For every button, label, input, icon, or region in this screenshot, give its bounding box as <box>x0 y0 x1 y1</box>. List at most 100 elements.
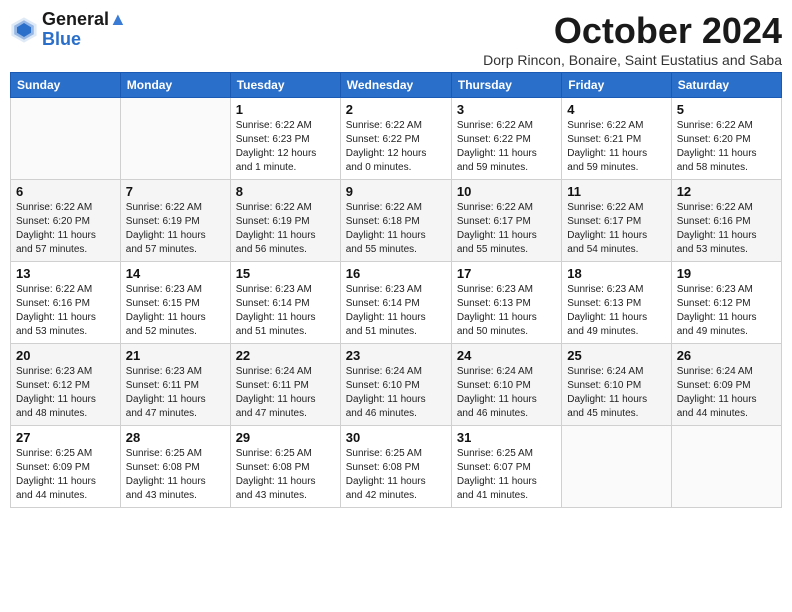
calendar-cell: 6 Sunrise: 6:22 AM Sunset: 6:20 PM Daylig… <box>11 180 121 262</box>
day-info: Sunrise: 6:23 AM Sunset: 6:15 PM Dayligh… <box>126 283 225 339</box>
weekday-header: Monday <box>120 73 230 98</box>
calendar-cell: 4 Sunrise: 6:22 AM Sunset: 6:21 PM Daylig… <box>562 98 671 180</box>
day-info: Sunrise: 6:23 AM Sunset: 6:13 PM Dayligh… <box>457 283 556 339</box>
weekday-header: Thursday <box>451 73 561 98</box>
day-number: 19 <box>677 266 776 281</box>
calendar-cell: 24Sunrise: 6:24 AM Sunset: 6:10 PM Dayli… <box>451 344 561 426</box>
calendar-cell: 16 Sunrise: 6:23 AM Sunset: 6:14 PM Dayli… <box>340 262 451 344</box>
day-info: Sunrise: 6:22 AM Sunset: 6:17 PM Dayligh… <box>567 201 665 257</box>
day-number: 28 <box>126 430 225 445</box>
calendar-cell: 12 Sunrise: 6:22 AM Sunset: 6:16 PM Dayli… <box>671 180 781 262</box>
calendar-cell: 23Sunrise: 6:24 AM Sunset: 6:10 PM Dayli… <box>340 344 451 426</box>
logo: General▲ Blue <box>10 10 127 50</box>
calendar-cell: 18 Sunrise: 6:23 AM Sunset: 6:13 PM Dayli… <box>562 262 671 344</box>
weekday-header-row: SundayMondayTuesdayWednesdayThursdayFrid… <box>11 73 782 98</box>
day-number: 11 <box>567 184 665 199</box>
calendar-cell: 22 Sunrise: 6:24 AM Sunset: 6:11 PM Dayli… <box>230 344 340 426</box>
day-number: 20 <box>16 348 115 363</box>
day-number: 16 <box>346 266 446 281</box>
calendar-cell: 8 Sunrise: 6:22 AM Sunset: 6:19 PM Daylig… <box>230 180 340 262</box>
month-title: October 2024 <box>483 10 782 52</box>
weekday-header: Sunday <box>11 73 121 98</box>
day-info: Sunrise: 6:22 AM Sunset: 6:16 PM Dayligh… <box>677 201 776 257</box>
weekday-header: Tuesday <box>230 73 340 98</box>
day-number: 2 <box>346 102 446 117</box>
calendar-cell: 28 Sunrise: 6:25 AM Sunset: 6:08 PM Dayli… <box>120 426 230 508</box>
calendar-week-row: 13Sunrise: 6:22 AM Sunset: 6:16 PM Dayli… <box>11 262 782 344</box>
calendar-cell <box>562 426 671 508</box>
calendar-cell: 5Sunrise: 6:22 AM Sunset: 6:20 PM Daylig… <box>671 98 781 180</box>
day-number: 14 <box>126 266 225 281</box>
calendar-cell <box>120 98 230 180</box>
day-number: 4 <box>567 102 665 117</box>
day-number: 5 <box>677 102 776 117</box>
calendar-cell: 3Sunrise: 6:22 AM Sunset: 6:22 PM Daylig… <box>451 98 561 180</box>
day-info: Sunrise: 6:22 AM Sunset: 6:20 PM Dayligh… <box>16 201 115 257</box>
day-info: Sunrise: 6:23 AM Sunset: 6:13 PM Dayligh… <box>567 283 665 339</box>
calendar-week-row: 6 Sunrise: 6:22 AM Sunset: 6:20 PM Daylig… <box>11 180 782 262</box>
day-number: 29 <box>236 430 335 445</box>
day-number: 12 <box>677 184 776 199</box>
calendar-cell <box>11 98 121 180</box>
calendar-cell: 19 Sunrise: 6:23 AM Sunset: 6:12 PM Dayli… <box>671 262 781 344</box>
day-info: Sunrise: 6:25 AM Sunset: 6:08 PM Dayligh… <box>236 447 335 503</box>
calendar-cell: 21 Sunrise: 6:23 AM Sunset: 6:11 PM Dayli… <box>120 344 230 426</box>
day-number: 27 <box>16 430 115 445</box>
day-info: Sunrise: 6:24 AM Sunset: 6:10 PM Dayligh… <box>567 365 665 421</box>
day-info: Sunrise: 6:23 AM Sunset: 6:14 PM Dayligh… <box>236 283 335 339</box>
calendar-cell: 31 Sunrise: 6:25 AM Sunset: 6:07 PM Dayli… <box>451 426 561 508</box>
calendar-cell: 7Sunrise: 6:22 AM Sunset: 6:19 PM Daylig… <box>120 180 230 262</box>
day-info: Sunrise: 6:22 AM Sunset: 6:22 PM Dayligh… <box>457 119 556 175</box>
day-number: 6 <box>16 184 115 199</box>
day-number: 21 <box>126 348 225 363</box>
day-number: 25 <box>567 348 665 363</box>
calendar-cell: 10Sunrise: 6:22 AM Sunset: 6:17 PM Dayli… <box>451 180 561 262</box>
day-info: Sunrise: 6:22 AM Sunset: 6:16 PM Dayligh… <box>16 283 115 339</box>
logo-text: General▲ Blue <box>42 10 127 50</box>
calendar-cell: 20 Sunrise: 6:23 AM Sunset: 6:12 PM Dayli… <box>11 344 121 426</box>
day-number: 18 <box>567 266 665 281</box>
day-info: Sunrise: 6:25 AM Sunset: 6:08 PM Dayligh… <box>126 447 225 503</box>
calendar-cell: 1 Sunrise: 6:22 AM Sunset: 6:23 PM Daylig… <box>230 98 340 180</box>
calendar-cell: 13Sunrise: 6:22 AM Sunset: 6:16 PM Dayli… <box>11 262 121 344</box>
day-number: 30 <box>346 430 446 445</box>
day-number: 15 <box>236 266 335 281</box>
calendar-cell <box>671 426 781 508</box>
title-area: October 2024 Dorp Rincon, Bonaire, Saint… <box>483 10 782 68</box>
day-number: 31 <box>457 430 556 445</box>
calendar-cell: 17 Sunrise: 6:23 AM Sunset: 6:13 PM Dayli… <box>451 262 561 344</box>
day-info: Sunrise: 6:22 AM Sunset: 6:22 PM Dayligh… <box>346 119 446 175</box>
calendar-cell: 2 Sunrise: 6:22 AM Sunset: 6:22 PM Daylig… <box>340 98 451 180</box>
location-title: Dorp Rincon, Bonaire, Saint Eustatius an… <box>483 52 782 68</box>
day-info: Sunrise: 6:23 AM Sunset: 6:12 PM Dayligh… <box>16 365 115 421</box>
day-number: 23 <box>346 348 446 363</box>
header: General▲ Blue October 2024 Dorp Rincon, … <box>10 10 782 68</box>
day-number: 17 <box>457 266 556 281</box>
day-number: 1 <box>236 102 335 117</box>
day-info: Sunrise: 6:22 AM Sunset: 6:19 PM Dayligh… <box>126 201 225 257</box>
day-info: Sunrise: 6:25 AM Sunset: 6:07 PM Dayligh… <box>457 447 556 503</box>
day-info: Sunrise: 6:23 AM Sunset: 6:12 PM Dayligh… <box>677 283 776 339</box>
calendar-cell: 26 Sunrise: 6:24 AM Sunset: 6:09 PM Dayli… <box>671 344 781 426</box>
calendar-week-row: 27 Sunrise: 6:25 AM Sunset: 6:09 PM Dayli… <box>11 426 782 508</box>
day-info: Sunrise: 6:22 AM Sunset: 6:18 PM Dayligh… <box>346 201 446 257</box>
day-number: 8 <box>236 184 335 199</box>
calendar-week-row: 1 Sunrise: 6:22 AM Sunset: 6:23 PM Daylig… <box>11 98 782 180</box>
day-info: Sunrise: 6:24 AM Sunset: 6:09 PM Dayligh… <box>677 365 776 421</box>
day-info: Sunrise: 6:22 AM Sunset: 6:21 PM Dayligh… <box>567 119 665 175</box>
day-number: 26 <box>677 348 776 363</box>
day-info: Sunrise: 6:24 AM Sunset: 6:11 PM Dayligh… <box>236 365 335 421</box>
day-info: Sunrise: 6:22 AM Sunset: 6:17 PM Dayligh… <box>457 201 556 257</box>
calendar-cell: 15 Sunrise: 6:23 AM Sunset: 6:14 PM Dayli… <box>230 262 340 344</box>
day-info: Sunrise: 6:25 AM Sunset: 6:09 PM Dayligh… <box>16 447 115 503</box>
day-info: Sunrise: 6:23 AM Sunset: 6:11 PM Dayligh… <box>126 365 225 421</box>
calendar-cell: 29 Sunrise: 6:25 AM Sunset: 6:08 PM Dayli… <box>230 426 340 508</box>
day-info: Sunrise: 6:23 AM Sunset: 6:14 PM Dayligh… <box>346 283 446 339</box>
calendar-cell: 9Sunrise: 6:22 AM Sunset: 6:18 PM Daylig… <box>340 180 451 262</box>
logo-icon <box>10 16 38 44</box>
calendar-cell: 27 Sunrise: 6:25 AM Sunset: 6:09 PM Dayli… <box>11 426 121 508</box>
calendar-cell: 14 Sunrise: 6:23 AM Sunset: 6:15 PM Dayli… <box>120 262 230 344</box>
day-info: Sunrise: 6:22 AM Sunset: 6:23 PM Dayligh… <box>236 119 335 175</box>
day-info: Sunrise: 6:22 AM Sunset: 6:19 PM Dayligh… <box>236 201 335 257</box>
day-number: 22 <box>236 348 335 363</box>
